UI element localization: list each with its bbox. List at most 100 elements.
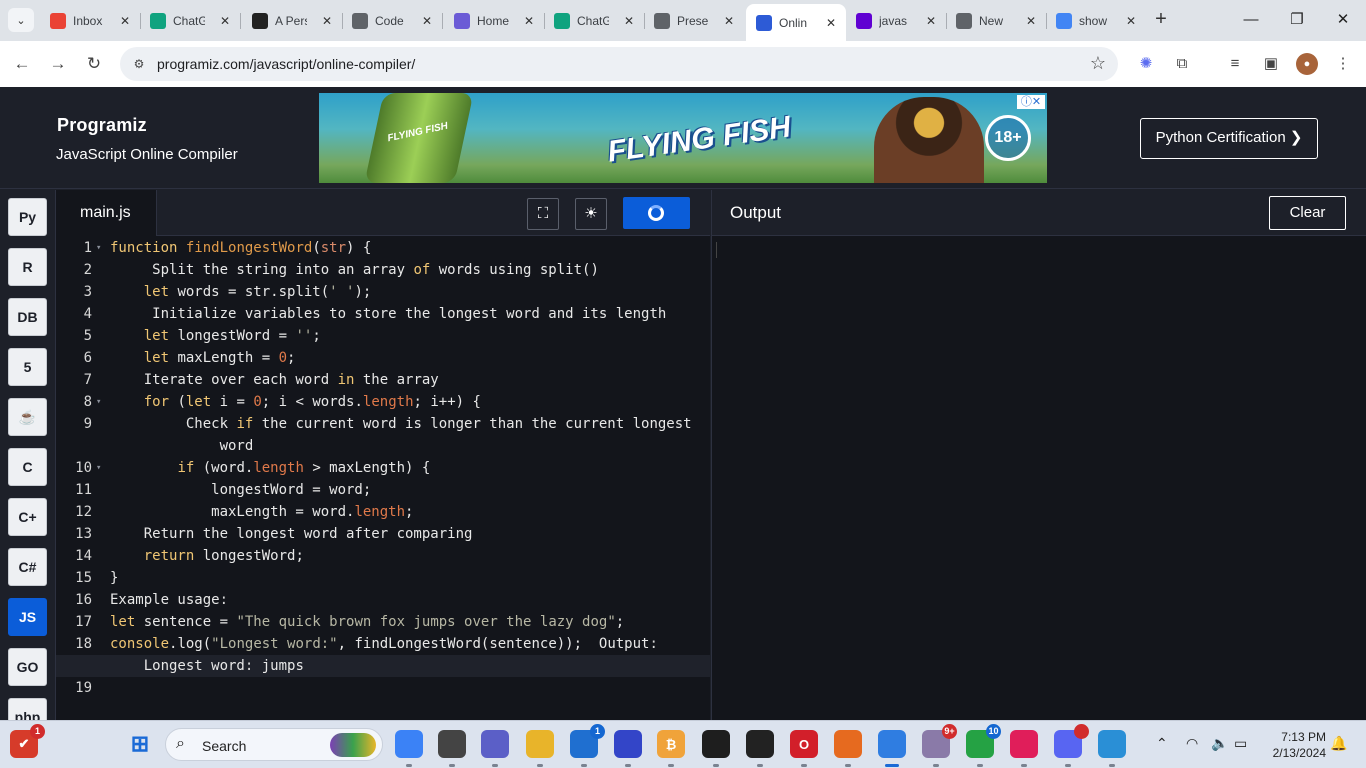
media-controls-icon[interactable]: ≡ <box>1224 53 1246 75</box>
site-info-icon[interactable]: ⚙ <box>130 55 148 73</box>
new-tab-button[interactable]: + <box>1150 8 1172 32</box>
code-line[interactable]: 14 return longestWord; <box>56 545 710 567</box>
language-c-button[interactable]: C <box>8 448 47 486</box>
back-button[interactable]: ← <box>10 52 34 76</box>
advertisement-banner[interactable]: FLYING FISH FLYING FISH 18+ ⓘ✕ <box>319 93 1047 183</box>
browser-tab[interactable]: Code ✕ <box>342 6 442 36</box>
start-button[interactable]: ⊞ <box>126 730 154 758</box>
browser-tab[interactable]: show ✕ <box>1046 6 1146 36</box>
close-tab-icon[interactable]: ✕ <box>120 14 130 28</box>
notepad-icon[interactable] <box>1098 730 1126 767</box>
code-line[interactable]: 11 longestWord = word; <box>56 479 710 501</box>
close-tab-icon[interactable]: ✕ <box>624 14 634 28</box>
url-text[interactable]: programiz.com/javascript/online-compiler… <box>157 56 415 72</box>
code-line[interactable]: Longest word: jumps <box>56 655 710 677</box>
system-clock[interactable]: 7:13 PM 2/13/2024 <box>1262 729 1326 761</box>
code-line[interactable]: 19 <box>56 677 710 699</box>
whatsapp-icon[interactable]: 10 <box>966 724 1001 767</box>
volume-icon[interactable]: 🔈 <box>1211 735 1228 752</box>
file-explorer-icon[interactable] <box>526 730 554 767</box>
figma-icon[interactable] <box>702 730 730 767</box>
fold-arrow-icon[interactable]: ▾ <box>96 237 101 259</box>
browser-tab[interactable]: Onlin ✕ <box>746 4 846 41</box>
run-button[interactable] <box>623 197 690 229</box>
forward-button[interactable]: → <box>46 52 70 76</box>
close-tab-icon[interactable]: ✕ <box>826 16 836 30</box>
browser-tab[interactable]: ChatG ✕ <box>140 6 240 36</box>
language-python-button[interactable]: Py <box>8 198 47 236</box>
tab-search-button[interactable]: ⌄ <box>8 8 34 32</box>
bookmark-star-icon[interactable]: ☆ <box>1090 53 1106 74</box>
side-panel-icon[interactable]: ▣ <box>1260 53 1282 75</box>
close-tab-icon[interactable]: ✕ <box>524 14 534 28</box>
browser-menu-icon[interactable]: ⋮ <box>1332 53 1354 75</box>
code-line[interactable]: 12 maxLength = word.length; <box>56 501 710 523</box>
close-tab-icon[interactable]: ✕ <box>220 14 230 28</box>
language-sql-button[interactable]: DB <box>8 298 47 336</box>
code-line[interactable]: 2 Split the string into an array of word… <box>56 259 710 281</box>
language-csharp-button[interactable]: C# <box>8 548 47 586</box>
fold-arrow-icon[interactable]: ▾ <box>96 391 101 413</box>
github-icon[interactable] <box>746 730 774 767</box>
code-line[interactable]: 10 ▾ if (word.length > maxLength) { <box>56 457 710 479</box>
language-java-button[interactable]: ☕ <box>8 398 47 436</box>
browser-tab[interactable]: Home ✕ <box>444 6 544 36</box>
extension-icon[interactable]: ✺ <box>1135 53 1157 75</box>
vscode-icon[interactable]: ✔ 1 <box>10 724 45 758</box>
close-tab-icon[interactable]: ✕ <box>724 14 734 28</box>
bitcoin-icon[interactable]: ₿ <box>657 730 685 767</box>
close-tab-icon[interactable]: ✕ <box>422 14 432 28</box>
code-line[interactable]: 17 let sentence = "The quick brown fox ju… <box>56 611 710 633</box>
close-tab-icon[interactable]: ✕ <box>322 14 332 28</box>
browser-tab[interactable]: ChatG ✕ <box>544 6 644 36</box>
language-cpp-button[interactable]: C+ <box>8 498 47 536</box>
extensions-puzzle-icon[interactable]: ⧉ <box>1171 53 1193 75</box>
editor-icon[interactable] <box>614 730 642 767</box>
clear-button[interactable]: Clear <box>1269 196 1346 230</box>
ad-close-icon[interactable]: ⓘ✕ <box>1017 95 1045 109</box>
code-line[interactable]: 6 let maxLength = 0; <box>56 347 710 369</box>
code-line[interactable]: word <box>56 435 710 457</box>
photos-icon[interactable]: 9+ <box>922 724 957 767</box>
code-line[interactable]: 7 Iterate over each word in the array <box>56 369 710 391</box>
close-window-button[interactable]: ✕ <box>1328 8 1358 32</box>
battery-icon[interactable]: ▭ <box>1234 735 1247 752</box>
python-certification-button[interactable]: Python Certification ❯ <box>1140 118 1318 159</box>
code-editor[interactable]: 1 ▾ function findLongestWord(str) {2 Split… <box>56 236 710 720</box>
show-hidden-icons-chevron-icon[interactable]: ⌃ <box>1156 735 1168 752</box>
wifi-icon[interactable]: ◠ <box>1186 735 1198 752</box>
output-panel[interactable] <box>711 236 1366 720</box>
code-line[interactable]: 13 Return the longest word after compari… <box>56 523 710 545</box>
fullscreen-icon[interactable]: ⛶ <box>527 198 559 230</box>
theme-toggle-icon[interactable]: ☀ <box>575 198 607 230</box>
teams-icon[interactable] <box>481 730 509 767</box>
browser-tab[interactable]: javas ✕ <box>846 6 946 36</box>
minimize-button[interactable]: — <box>1236 8 1266 32</box>
profile-avatar[interactable]: ● <box>1296 53 1318 75</box>
code-line[interactable]: 18 console.log("Longest word:", findLonge… <box>56 633 710 655</box>
close-tab-icon[interactable]: ✕ <box>926 14 936 28</box>
code-line[interactable]: 15} <box>56 567 710 589</box>
fold-arrow-icon[interactable]: ▾ <box>96 457 101 479</box>
code-line[interactable]: 9 Check if the current word is longer th… <box>56 413 710 435</box>
language-r-button[interactable]: R <box>8 248 47 286</box>
discord-icon[interactable] <box>1054 724 1089 767</box>
close-tab-icon[interactable]: ✕ <box>1026 14 1036 28</box>
code-line[interactable]: 4 Initialize variables to store the long… <box>56 303 710 325</box>
opera-icon[interactable]: O <box>790 730 818 767</box>
browser-tab[interactable]: A Pers ✕ <box>242 6 342 36</box>
code-line[interactable]: 3 let words = str.split(' '); <box>56 281 710 303</box>
restore-button[interactable]: ❐ <box>1282 8 1312 32</box>
file-tab-main-js[interactable]: main.js <box>56 190 157 237</box>
code-line[interactable]: 5 let longestWord = ''; <box>56 325 710 347</box>
language-javascript-button[interactable]: JS <box>8 598 47 636</box>
code-line[interactable]: 16 Example usage: <box>56 589 710 611</box>
notification-bell-icon[interactable]: 🔔 <box>1330 735 1347 752</box>
code-line[interactable]: 1 ▾ function findLongestWord(str) { <box>56 237 710 259</box>
language-php-button[interactable]: php <box>8 698 47 720</box>
omnibox[interactable]: ⚙ programiz.com/javascript/online-compil… <box>120 47 1118 81</box>
file-manager-icon[interactable] <box>438 730 466 767</box>
copilot-icon[interactable] <box>395 730 423 767</box>
reload-button[interactable]: ↻ <box>82 52 106 76</box>
firefox-icon[interactable] <box>834 730 862 767</box>
